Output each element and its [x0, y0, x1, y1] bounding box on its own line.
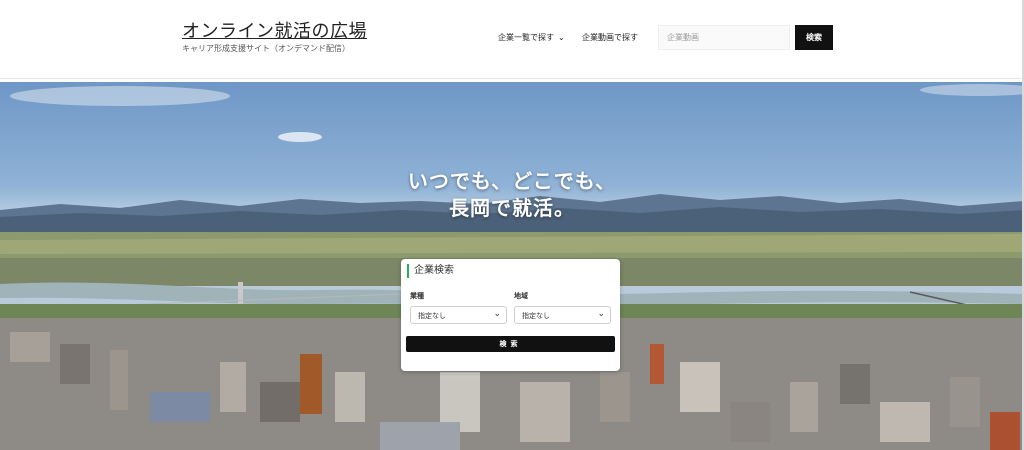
hero-heading-line2: 長岡で就活。: [449, 196, 575, 220]
site-subtitle: キャリア形成支援サイト（オンデマンド配信）: [182, 44, 350, 53]
nav-companies-dropdown[interactable]: 企業一覧で探す ⌄: [498, 32, 565, 43]
region-select-value: 指定なし: [522, 312, 550, 320]
hero-section: いつでも、どこでも、 長岡で就活。 企業検索 業種 地域 指定なし ⌄ 指定なし…: [0, 82, 1024, 450]
company-search-title: 企業検索: [407, 264, 454, 278]
region-label: 地域: [514, 292, 528, 300]
site-header: オンライン就活の広場 キャリア形成支援サイト（オンデマンド配信） 企業一覧で探す…: [0, 0, 1024, 79]
chevron-down-icon: ⌄: [558, 33, 565, 42]
industry-select[interactable]: 指定なし ⌄: [410, 306, 507, 324]
site-title[interactable]: オンライン就活の広場: [182, 21, 367, 43]
company-search-card: 企業検索 業種 地域 指定なし ⌄ 指定なし ⌄ 検索: [401, 259, 620, 371]
nav-videos-link[interactable]: 企業動画で探す: [582, 32, 638, 43]
hero-heading: いつでも、どこでも、 長岡で就活。: [0, 168, 1024, 222]
nav-companies-label: 企業一覧で探す: [498, 33, 554, 42]
nav-videos-label: 企業動画で探す: [582, 33, 638, 42]
header-search-button[interactable]: 検索: [795, 25, 833, 50]
hero-heading-line1: いつでも、どこでも、: [407, 169, 617, 193]
industry-select-value: 指定なし: [418, 312, 446, 320]
company-search-submit-button[interactable]: 検索: [406, 336, 615, 352]
industry-label: 業種: [410, 292, 424, 300]
chevron-down-icon: ⌄: [493, 309, 501, 319]
header-search-input[interactable]: [658, 25, 790, 50]
chevron-down-icon: ⌄: [597, 309, 605, 319]
site-brand[interactable]: オンライン就活の広場 キャリア形成支援サイト（オンデマンド配信）: [182, 21, 367, 54]
region-select[interactable]: 指定なし ⌄: [514, 306, 611, 324]
